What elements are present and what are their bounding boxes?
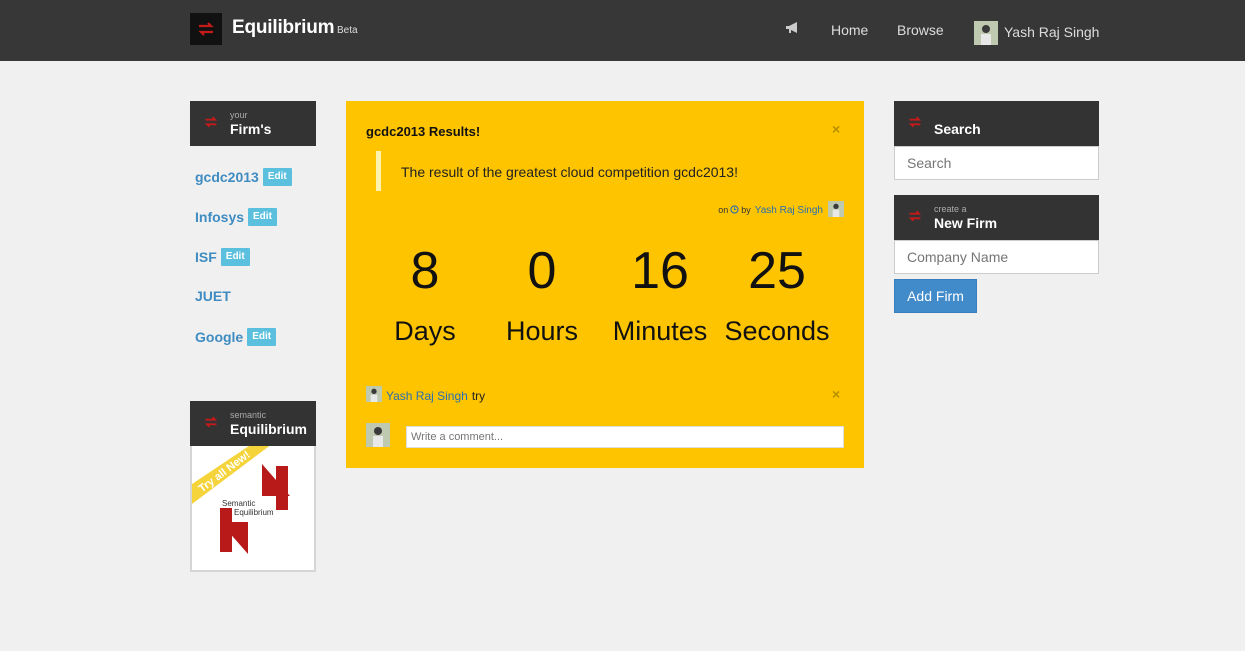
comment-item: Yash Raj Singh try (366, 386, 485, 405)
firms-panel-small: your (230, 110, 248, 120)
comment-input[interactable] (406, 426, 844, 448)
edit-button[interactable]: Edit (262, 168, 292, 186)
beta-label: Beta (337, 25, 358, 36)
firms-panel-header: your Firm's (190, 101, 316, 146)
brand-title[interactable]: Equilibrium (232, 17, 335, 39)
search-panel-header: Search (894, 101, 1099, 146)
edit-button[interactable]: Edit (220, 248, 250, 266)
countdown-seconds-label: Seconds (724, 316, 830, 346)
firm-item-infosys: Infosys Edit (195, 208, 277, 226)
equilibrium-arrows-icon (908, 115, 922, 133)
equilibrium-arrows-icon (908, 209, 922, 227)
firm-link[interactable]: ISF (195, 249, 217, 265)
close-comment-icon[interactable]: × (832, 386, 840, 402)
semantic-equilibrium-banner[interactable]: Try all New! Semantic Equilibrium (190, 446, 316, 572)
firm-link[interactable]: gcdc2013 (195, 169, 259, 185)
semantic-panel-header: semantic Equilibrium (190, 401, 316, 446)
firm-item-isf: ISF Edit (195, 248, 250, 266)
firm-item-gcdc2013: gcdc2013 Edit (195, 168, 292, 186)
countdown-hours-value: 0 (527, 242, 557, 300)
firms-panel-title: Firm's (230, 121, 272, 137)
equilibrium-arrows-icon (204, 415, 218, 433)
author-avatar[interactable] (828, 201, 844, 219)
countdown-minutes-value: 16 (631, 242, 689, 300)
firm-item-juet: JUET (195, 288, 231, 304)
logo-text-equilibrium: Equilibrium (234, 508, 274, 517)
post-author-link[interactable]: Yash Raj Singh (755, 205, 823, 216)
post-title[interactable]: gcdc2013 Results! (366, 124, 480, 139)
post-card: gcdc2013 Results! × The result of the gr… (346, 101, 864, 468)
new-firm-panel-header: create a New Firm (894, 195, 1099, 240)
close-post-icon[interactable]: × (832, 121, 840, 137)
countdown-seconds-value: 25 (748, 242, 806, 300)
clock-icon (730, 204, 739, 216)
edit-button[interactable]: Edit (247, 328, 277, 346)
byline-on: on (718, 205, 729, 215)
search-panel-title: Search (934, 121, 981, 137)
post-quote: The result of the greatest cloud competi… (401, 164, 738, 180)
nav-home-link[interactable]: Home (831, 22, 868, 38)
countdown-hours-label: Hours (505, 316, 579, 346)
quote-bar (376, 151, 381, 191)
current-user-avatar (366, 423, 390, 452)
edit-button[interactable]: Edit (248, 208, 277, 226)
comment-author-link[interactable]: Yash Raj Singh (386, 389, 468, 403)
company-name-input[interactable] (894, 240, 1099, 274)
byline-by: by (741, 205, 751, 215)
countdown-days-value: 8 (410, 242, 440, 300)
firm-link[interactable]: Google (195, 329, 243, 345)
commenter-avatar[interactable] (366, 386, 382, 405)
megaphone-icon[interactable] (785, 21, 801, 40)
new-firm-panel-small: create a (934, 204, 967, 214)
brand-logo-icon[interactable] (190, 13, 222, 45)
logo-text-semantic: Semantic (222, 499, 256, 508)
comment-text: try (471, 388, 486, 403)
firm-item-google: Google Edit (195, 328, 277, 346)
nav-browse-link[interactable]: Browse (897, 22, 944, 38)
equilibrium-arrows-icon (204, 115, 218, 133)
new-firm-panel-title: New Firm (934, 215, 998, 231)
top-navbar: Equilibrium Beta Home Browse Yash Raj Si… (0, 0, 1245, 61)
firm-link[interactable]: JUET (195, 288, 231, 304)
countdown-days-label: Days (394, 316, 456, 346)
semantic-panel-small: semantic (230, 410, 267, 420)
search-input[interactable] (894, 146, 1099, 180)
user-avatar[interactable] (974, 21, 998, 45)
semantic-panel-title: Equilibrium (230, 421, 307, 437)
countdown-minutes-label: Minutes (612, 316, 708, 346)
firm-link[interactable]: Infosys (195, 209, 244, 225)
post-byline: on by Yash Raj Singh (718, 201, 844, 219)
add-firm-button[interactable]: Add Firm (894, 279, 977, 313)
nav-user-name[interactable]: Yash Raj Singh (1004, 24, 1099, 40)
